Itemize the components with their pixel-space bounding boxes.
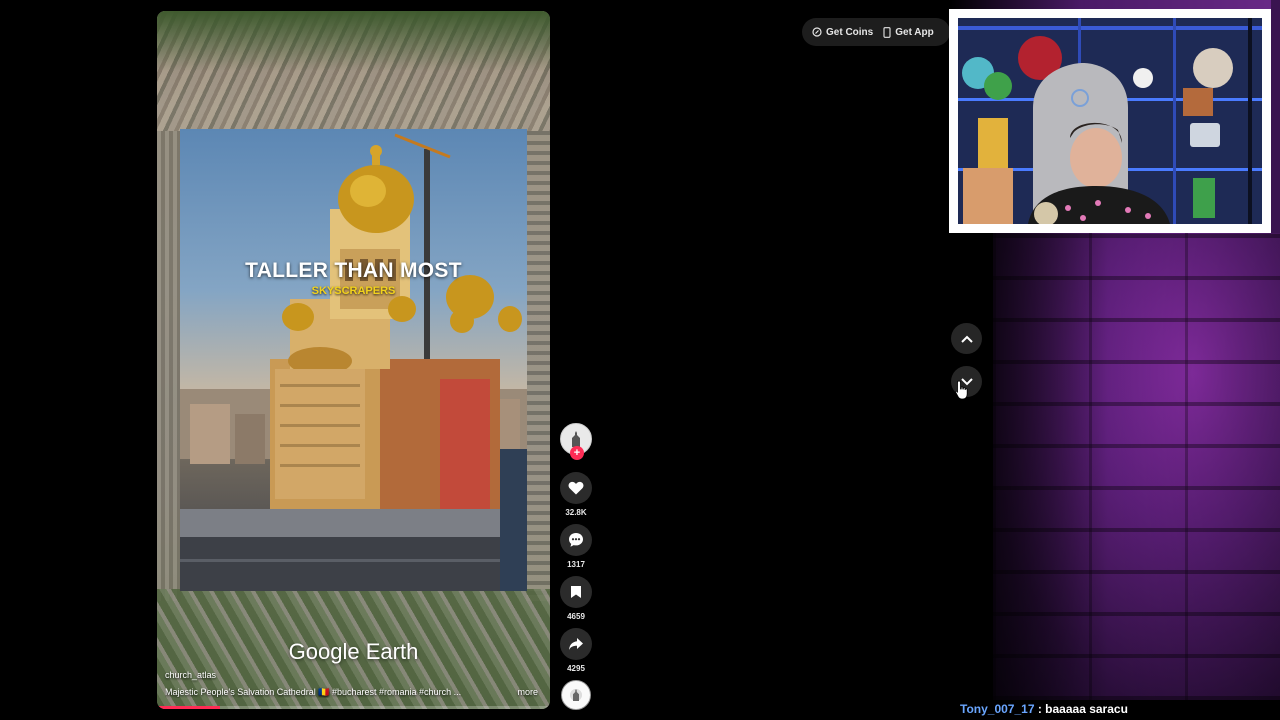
heart-icon — [568, 481, 584, 495]
video-progress-fill — [157, 706, 220, 709]
video-author[interactable]: church_atlas — [165, 670, 216, 680]
cathedral-image: TALLER THAN MOST SKYSCRAPERS — [180, 129, 527, 591]
share-button[interactable] — [560, 628, 592, 660]
get-coins-button[interactable]: Get Coins — [812, 27, 873, 38]
webcam-overlay — [949, 9, 1271, 233]
wall-shading — [993, 233, 1280, 700]
video-player[interactable]: TALLER THAN MOST SKYSCRAPERS Google Eart… — [157, 11, 550, 709]
bookmark-icon — [571, 586, 581, 598]
like-button[interactable] — [560, 472, 592, 504]
comment-icon — [569, 533, 583, 547]
bookmark-count: 4659 — [567, 612, 585, 621]
coin-icon — [812, 27, 822, 37]
google-earth-watermark: Google Earth — [288, 639, 419, 664]
aerial-city-right — [526, 131, 550, 601]
get-coins-label: Get Coins — [826, 26, 874, 38]
top-actions-bar: Get Coins Get App — [802, 18, 950, 46]
phone-icon — [883, 26, 891, 38]
follow-plus-icon[interactable]: + — [570, 446, 584, 460]
like-count: 32.8K — [565, 508, 587, 517]
chat-message: Tony_007_17 : baaaaa saracu — [960, 702, 1128, 716]
comment-button[interactable] — [560, 524, 592, 556]
video-description: Majestic People's Salvation Cathedral 🇷🇴… — [165, 687, 462, 697]
chat-username: Tony_007_17 — [960, 702, 1035, 716]
hand-cursor-icon — [955, 380, 968, 400]
share-icon — [569, 638, 583, 650]
previous-video-button[interactable] — [951, 323, 982, 354]
video-caption-main: TALLER THAN MOST — [245, 259, 462, 282]
church-icon — [573, 689, 579, 701]
video-caption-sub: SKYSCRAPERS — [311, 285, 396, 297]
bookmark-button[interactable] — [560, 576, 592, 608]
get-app-label: Get App — [895, 26, 934, 38]
streamer-room-illustration — [958, 18, 1262, 224]
wall-top-strip — [949, 0, 1280, 9]
cathedral-illustration — [180, 133, 527, 591]
comment-count: 1317 — [567, 560, 585, 569]
get-app-button[interactable]: Get App — [883, 27, 934, 38]
wall-side-strip — [1271, 0, 1280, 233]
music-disc-icon[interactable] — [561, 680, 591, 710]
chevron-up-icon — [960, 335, 973, 343]
video-progress-bar[interactable] — [157, 706, 550, 709]
aerial-trees-top — [157, 11, 550, 71]
more-link[interactable]: more — [517, 687, 538, 697]
share-count: 4295 — [567, 664, 585, 673]
aerial-city-left — [157, 131, 181, 601]
webcam-feed — [958, 18, 1262, 224]
chat-text: : baaaaa saracu — [1037, 702, 1128, 716]
stream-page: TALLER THAN MOST SKYSCRAPERS Google Eart… — [0, 0, 1280, 720]
brick-wall-background — [993, 233, 1280, 700]
